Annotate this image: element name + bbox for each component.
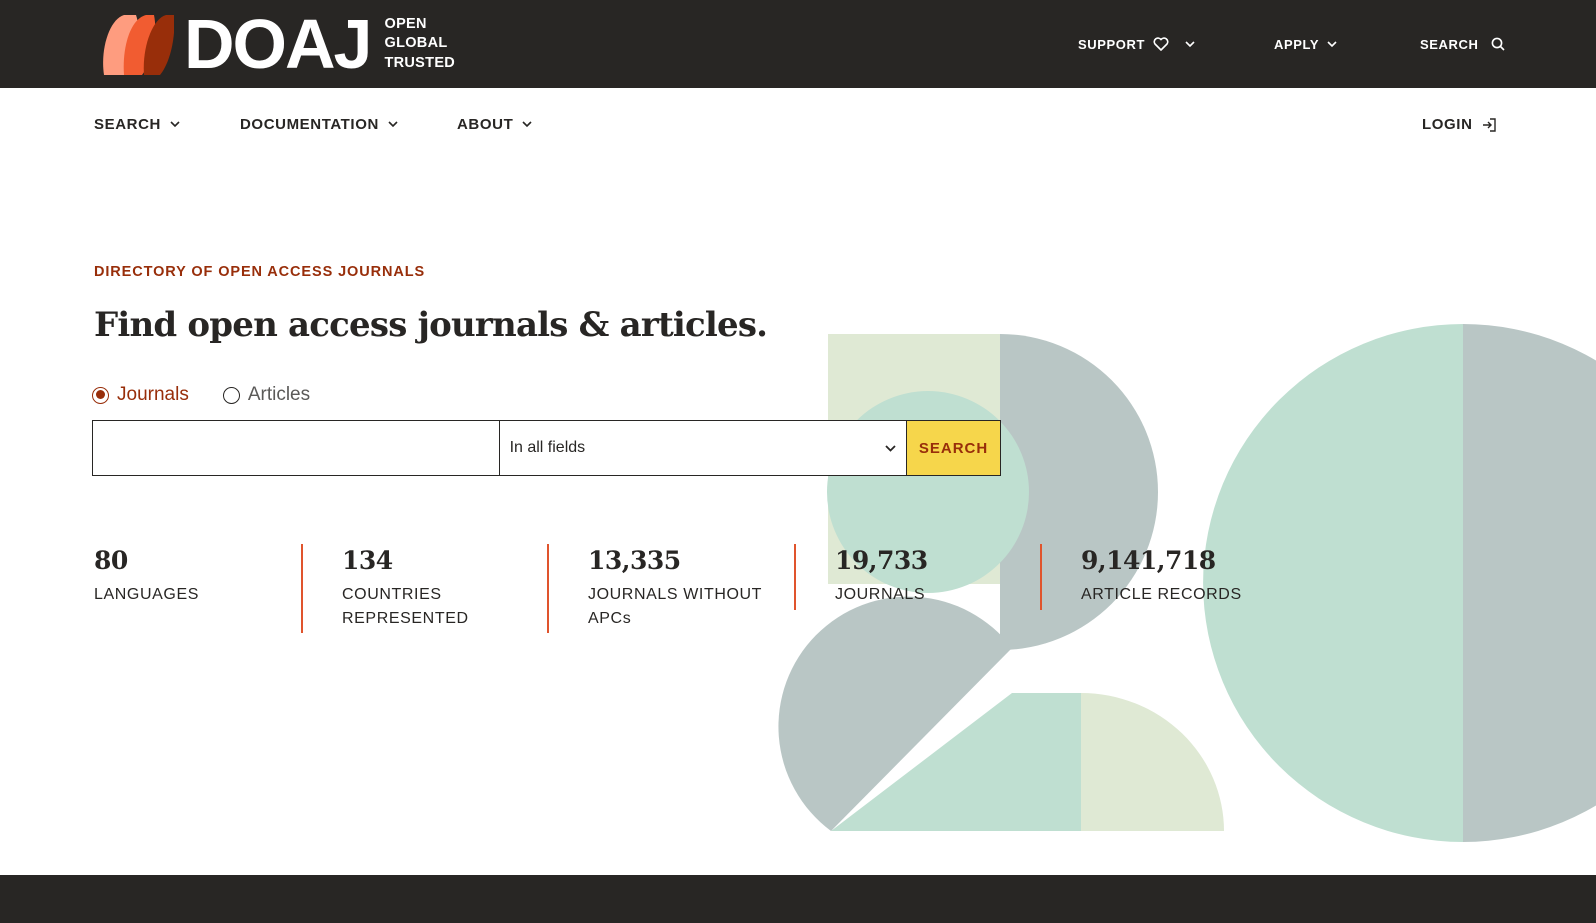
tagline-line-3: TRUSTED xyxy=(384,54,456,71)
chevron-down-icon xyxy=(885,439,896,457)
heart-icon xyxy=(1153,37,1169,51)
stat-label: JOURNALS WITHOUT APCs xyxy=(588,586,762,627)
top-nav-search[interactable]: SEARCH xyxy=(1420,0,1505,88)
nav-documentation-label: DOCUMENTATION xyxy=(240,116,379,133)
tagline-line-2: GLOBAL xyxy=(384,35,448,52)
main-nav-documentation[interactable]: DOCUMENTATION xyxy=(240,116,398,133)
radio-articles-label: Articles xyxy=(247,384,311,405)
search-field-selected: In all fields xyxy=(509,439,586,456)
stat-countries: 134 COUNTRIES REPRESENTED xyxy=(342,546,492,631)
main-nav-about[interactable]: ABOUT xyxy=(457,116,532,133)
search-type-radios: Journals Articles xyxy=(92,384,344,406)
search-input[interactable] xyxy=(92,420,500,476)
search-button[interactable]: SEARCH xyxy=(907,420,1001,476)
chevron-down-icon xyxy=(1185,40,1195,48)
radio-journals-label: Journals xyxy=(117,384,189,405)
login-link[interactable]: LOGIN xyxy=(1422,116,1496,133)
stat-label: LANGUAGES xyxy=(94,586,199,603)
stat-value: 9,141,718 xyxy=(1081,546,1216,575)
chevron-down-icon xyxy=(1327,40,1337,48)
search-field-select[interactable]: In all fields xyxy=(499,420,908,476)
radio-journals-dot[interactable] xyxy=(92,386,109,404)
stat-value: 13,335 xyxy=(588,546,681,575)
hero-search-form: In all fields SEARCH xyxy=(92,420,1001,476)
stat-label: JOURNALS xyxy=(835,586,926,603)
stat-languages: 80 LANGUAGES xyxy=(94,546,274,607)
doaj-logo[interactable]: DOAJ OPEN GLOBAL TRUSTED xyxy=(102,5,455,83)
stat-label: COUNTRIES REPRESENTED xyxy=(342,586,469,627)
chevron-down-icon xyxy=(522,121,532,128)
radio-journals[interactable]: Journals xyxy=(92,384,189,406)
stat-journals: 19,733 JOURNALS xyxy=(835,546,1015,607)
top-search-label: SEARCH xyxy=(1420,36,1479,52)
main-nav-search[interactable]: SEARCH xyxy=(94,116,180,133)
top-nav-support[interactable]: SUPPORT xyxy=(1078,0,1195,88)
nav-search-label: SEARCH xyxy=(94,116,161,133)
doaj-leaf-icon xyxy=(103,15,174,75)
nav-about-label: ABOUT xyxy=(457,116,514,133)
stat-divider xyxy=(1040,544,1042,610)
radio-articles[interactable]: Articles xyxy=(222,384,311,406)
search-icon xyxy=(1491,37,1505,51)
top-bar: DOAJ OPEN GLOBAL TRUSTED SUPPORT APPLY S… xyxy=(0,0,1596,88)
stat-divider xyxy=(547,544,549,633)
tagline-line-1: OPEN xyxy=(384,15,427,32)
login-label: LOGIN xyxy=(1422,116,1473,133)
support-label: SUPPORT xyxy=(1078,36,1146,52)
footer-bar xyxy=(0,875,1596,923)
hero-headline: Find open access journals & articles. xyxy=(94,305,768,345)
stat-value: 134 xyxy=(342,546,393,575)
top-nav-apply[interactable]: APPLY xyxy=(1274,0,1337,88)
apply-label: APPLY xyxy=(1274,36,1320,52)
chevron-down-icon xyxy=(388,121,398,128)
logo-tagline: OPEN GLOBAL TRUSTED xyxy=(384,15,455,74)
stat-value: 19,733 xyxy=(835,546,928,575)
main-nav: SEARCH DOCUMENTATION ABOUT LOGIN xyxy=(0,88,1596,162)
stat-divider xyxy=(794,544,796,610)
hero-eyebrow: DIRECTORY OF OPEN ACCESS JOURNALS xyxy=(94,264,426,280)
stat-value: 80 xyxy=(94,546,128,575)
stat-article-records: 9,141,718 ARTICLE RECORDS xyxy=(1081,546,1281,607)
chevron-down-icon xyxy=(170,121,180,128)
stat-journals-without-apcs: 13,335 JOURNALS WITHOUT APCs xyxy=(588,546,763,631)
login-arrow-icon xyxy=(1482,117,1496,132)
radio-articles-dot[interactable] xyxy=(222,386,240,404)
stat-label: ARTICLE RECORDS xyxy=(1081,586,1242,603)
logo-wordmark: DOAJ xyxy=(184,5,372,83)
stat-divider xyxy=(301,544,303,633)
